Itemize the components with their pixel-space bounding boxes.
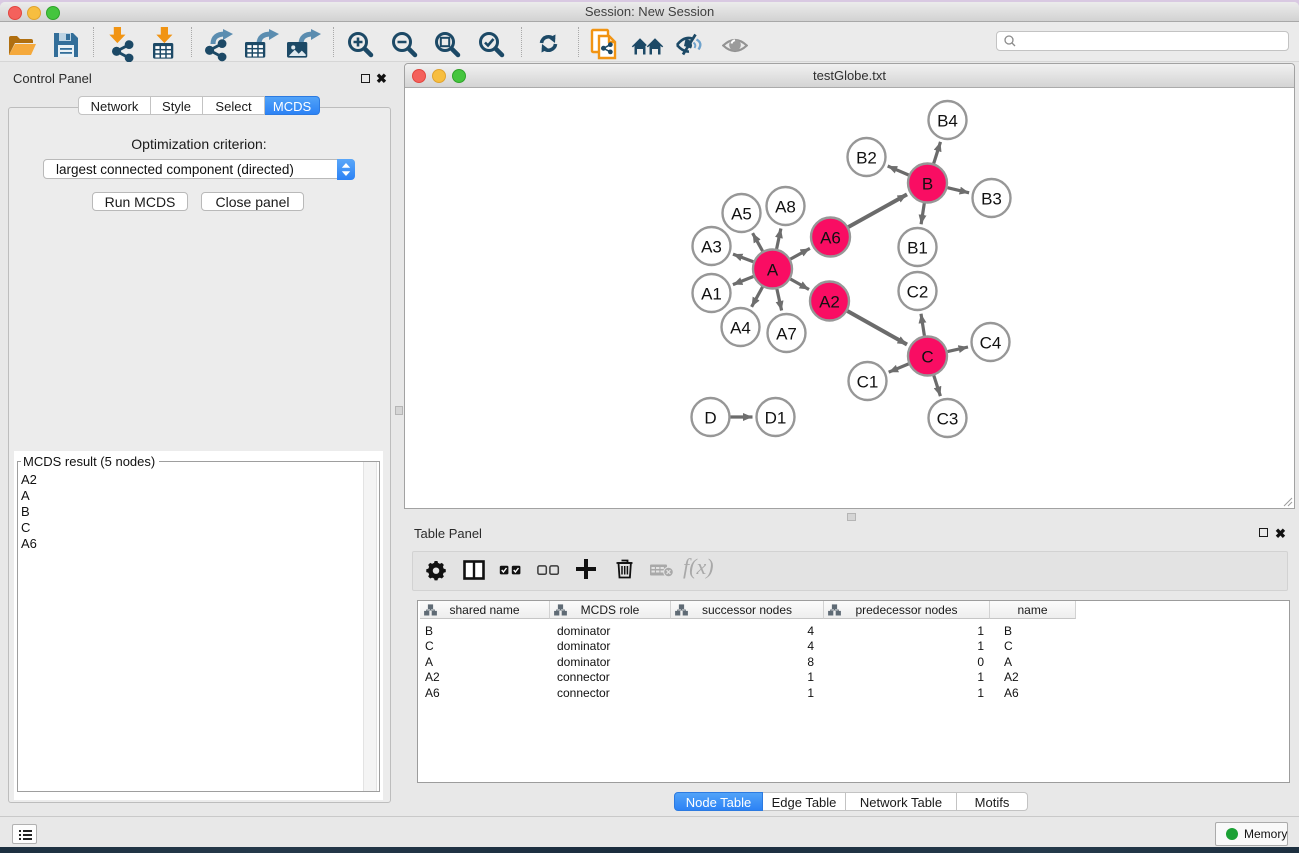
svg-text:B: B: [922, 175, 933, 194]
svg-text:A4: A4: [730, 319, 751, 338]
svg-text:C3: C3: [937, 410, 959, 429]
svg-text:A6: A6: [820, 229, 841, 248]
svg-text:B3: B3: [981, 190, 1002, 209]
svg-text:C: C: [921, 348, 933, 367]
svg-text:D1: D1: [765, 409, 787, 428]
svg-text:D: D: [704, 409, 716, 428]
svg-text:A8: A8: [775, 198, 796, 217]
svg-text:B1: B1: [907, 239, 928, 258]
svg-text:A1: A1: [701, 285, 722, 304]
svg-text:C1: C1: [857, 373, 879, 392]
svg-text:A3: A3: [701, 238, 722, 257]
svg-text:B2: B2: [856, 149, 877, 168]
svg-text:A: A: [767, 261, 779, 280]
svg-text:A5: A5: [731, 205, 752, 224]
svg-text:A2: A2: [819, 293, 840, 312]
svg-text:A7: A7: [776, 325, 797, 344]
svg-text:B4: B4: [937, 112, 958, 131]
svg-text:C4: C4: [980, 334, 1002, 353]
svg-text:C2: C2: [907, 283, 929, 302]
